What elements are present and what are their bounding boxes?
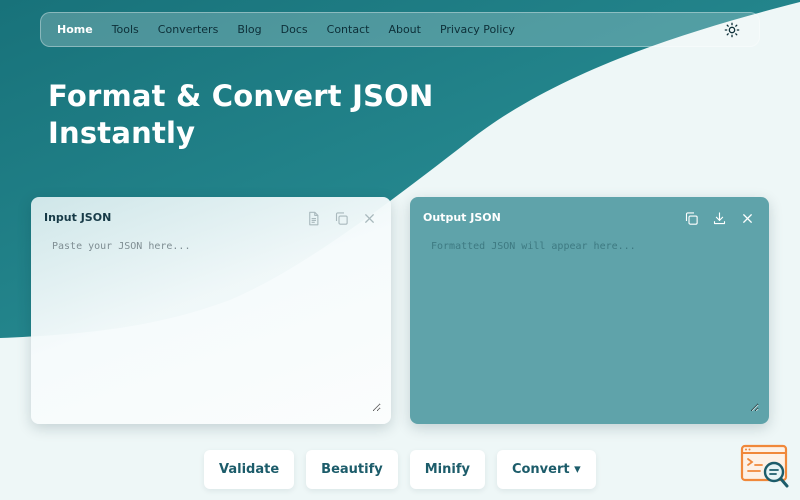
search-code-widget-icon[interactable]	[740, 444, 792, 490]
output-json-textarea[interactable]	[420, 237, 759, 412]
sun-icon[interactable]	[723, 21, 741, 39]
copy-icon[interactable]	[683, 210, 699, 226]
download-icon[interactable]	[711, 210, 727, 226]
input-panel-title: Input JSON	[44, 211, 112, 224]
page-title: Format & Convert JSON Instantly	[48, 78, 468, 152]
input-panel-actions	[305, 210, 377, 226]
page-title-line-1: Format & Convert JSON	[48, 79, 434, 113]
output-panel-actions	[683, 210, 755, 226]
top-navigation: Home Tools Converters Blog Docs Contact …	[40, 12, 760, 47]
nav-item-privacy-policy[interactable]: Privacy Policy	[440, 23, 515, 36]
nav-item-home[interactable]: Home	[57, 23, 93, 36]
action-button-bar: Validate Beautify Minify Convert ▾	[204, 450, 596, 489]
nav-item-contact[interactable]: Contact	[327, 23, 370, 36]
input-json-textarea[interactable]	[41, 237, 381, 412]
file-icon[interactable]	[305, 210, 321, 226]
close-icon[interactable]	[739, 210, 755, 226]
nav-item-converters[interactable]: Converters	[158, 23, 219, 36]
validate-button[interactable]: Validate	[204, 450, 295, 489]
output-panel-title: Output JSON	[423, 211, 501, 224]
input-json-panel: Input JSON	[31, 197, 391, 424]
nav-item-docs[interactable]: Docs	[281, 23, 308, 36]
copy-icon[interactable]	[333, 210, 349, 226]
output-json-panel: Output JSON	[410, 197, 769, 424]
nav-item-blog[interactable]: Blog	[237, 23, 261, 36]
beautify-button[interactable]: Beautify	[306, 450, 398, 489]
nav-item-tools[interactable]: Tools	[112, 23, 139, 36]
nav-item-about[interactable]: About	[388, 23, 421, 36]
convert-dropdown-button[interactable]: Convert ▾	[496, 450, 596, 489]
close-icon[interactable]	[361, 210, 377, 226]
minify-button[interactable]: Minify	[409, 450, 485, 489]
page-title-line-2: Instantly	[48, 116, 196, 150]
